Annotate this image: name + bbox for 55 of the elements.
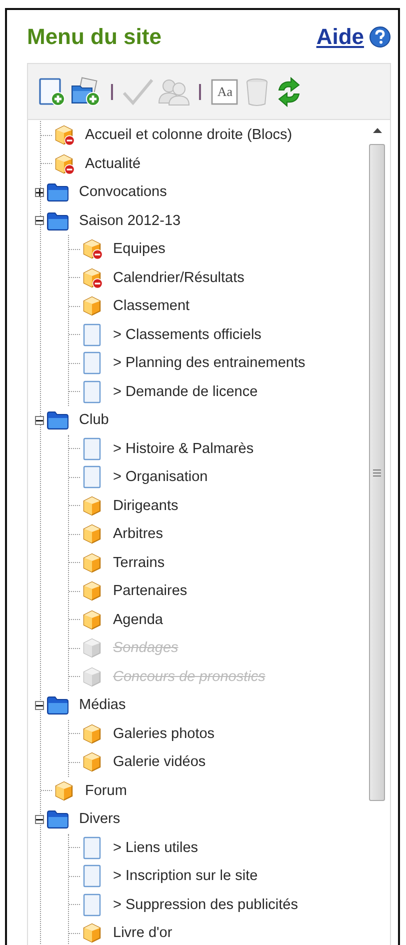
tree-item[interactable]: Agenda (113, 612, 163, 628)
folder-item[interactable]: Convocations (79, 184, 167, 200)
toolbar-separator (111, 84, 113, 100)
tree-item[interactable]: Galerie vidéos (113, 754, 206, 770)
folder-item[interactable]: Divers (79, 811, 120, 828)
folder-icon (46, 181, 70, 204)
scroll-up-icon[interactable] (372, 128, 382, 132)
page-icon (81, 322, 103, 347)
folder-icon (46, 694, 70, 716)
expand-toggle[interactable] (35, 188, 44, 197)
help-icon[interactable] (369, 26, 391, 48)
page-icon (81, 892, 103, 917)
tree-item[interactable]: > Classements officiels (113, 326, 262, 343)
new-folder-button[interactable] (70, 76, 102, 106)
tree-item[interactable]: Calendrier/Résultats (113, 270, 244, 286)
tree-item[interactable]: > Suppression des publicités (113, 896, 298, 913)
tree-item[interactable]: > Demande de licence (113, 384, 258, 400)
page-icon (81, 436, 103, 461)
tree-item[interactable]: Equipes (113, 241, 166, 258)
page-icon (81, 836, 103, 860)
tree-item[interactable]: Livre d'or (113, 925, 172, 942)
folder-icon (46, 808, 70, 830)
tree-item[interactable]: Dirigeants (113, 498, 178, 514)
tree-item[interactable]: Partenaires (113, 583, 188, 600)
folder-item[interactable]: Club (79, 412, 109, 428)
folder-icon (46, 409, 70, 432)
tree-item[interactable]: > Liens utiles (113, 840, 198, 856)
tree-item[interactable]: Arbitres (113, 526, 163, 542)
collapse-toggle[interactable] (35, 700, 44, 710)
page-icon (81, 351, 103, 376)
page-icon (81, 864, 103, 888)
tree-item[interactable]: Forum (85, 782, 127, 799)
scroll-thumb[interactable] (369, 144, 385, 801)
tree-item[interactable]: > Planning des entrainements (113, 355, 306, 372)
tree-item[interactable]: Terrains (113, 554, 165, 571)
tree-item[interactable]: > Histoire & Palmarès (113, 440, 254, 457)
folder-item[interactable]: Saison 2012-13 (79, 212, 181, 229)
panel-title: Menu du site (27, 24, 162, 50)
collapse-toggle[interactable] (35, 814, 44, 824)
tree-item[interactable]: Galeries photos (113, 726, 215, 742)
tree-item[interactable]: Classement (113, 298, 190, 314)
tree-item[interactable]: > Organisation (113, 469, 208, 486)
collapse-toggle[interactable] (35, 416, 44, 425)
tree-item[interactable]: Actualité (85, 156, 141, 172)
new-page-button[interactable] (38, 76, 66, 106)
text-button[interactable]: Aa (210, 76, 240, 106)
help-link[interactable]: Aide (316, 24, 364, 50)
folder-item[interactable]: Médias (79, 697, 126, 714)
tree-item[interactable]: Accueil et colonne droite (Blocs) (85, 127, 292, 144)
page-icon (81, 465, 103, 490)
toolbar-separator (199, 84, 201, 100)
folder-icon (46, 210, 70, 232)
page-icon (81, 380, 103, 404)
collapse-toggle[interactable] (35, 216, 44, 226)
tree-item[interactable]: > Inscription sur le site (113, 868, 258, 884)
